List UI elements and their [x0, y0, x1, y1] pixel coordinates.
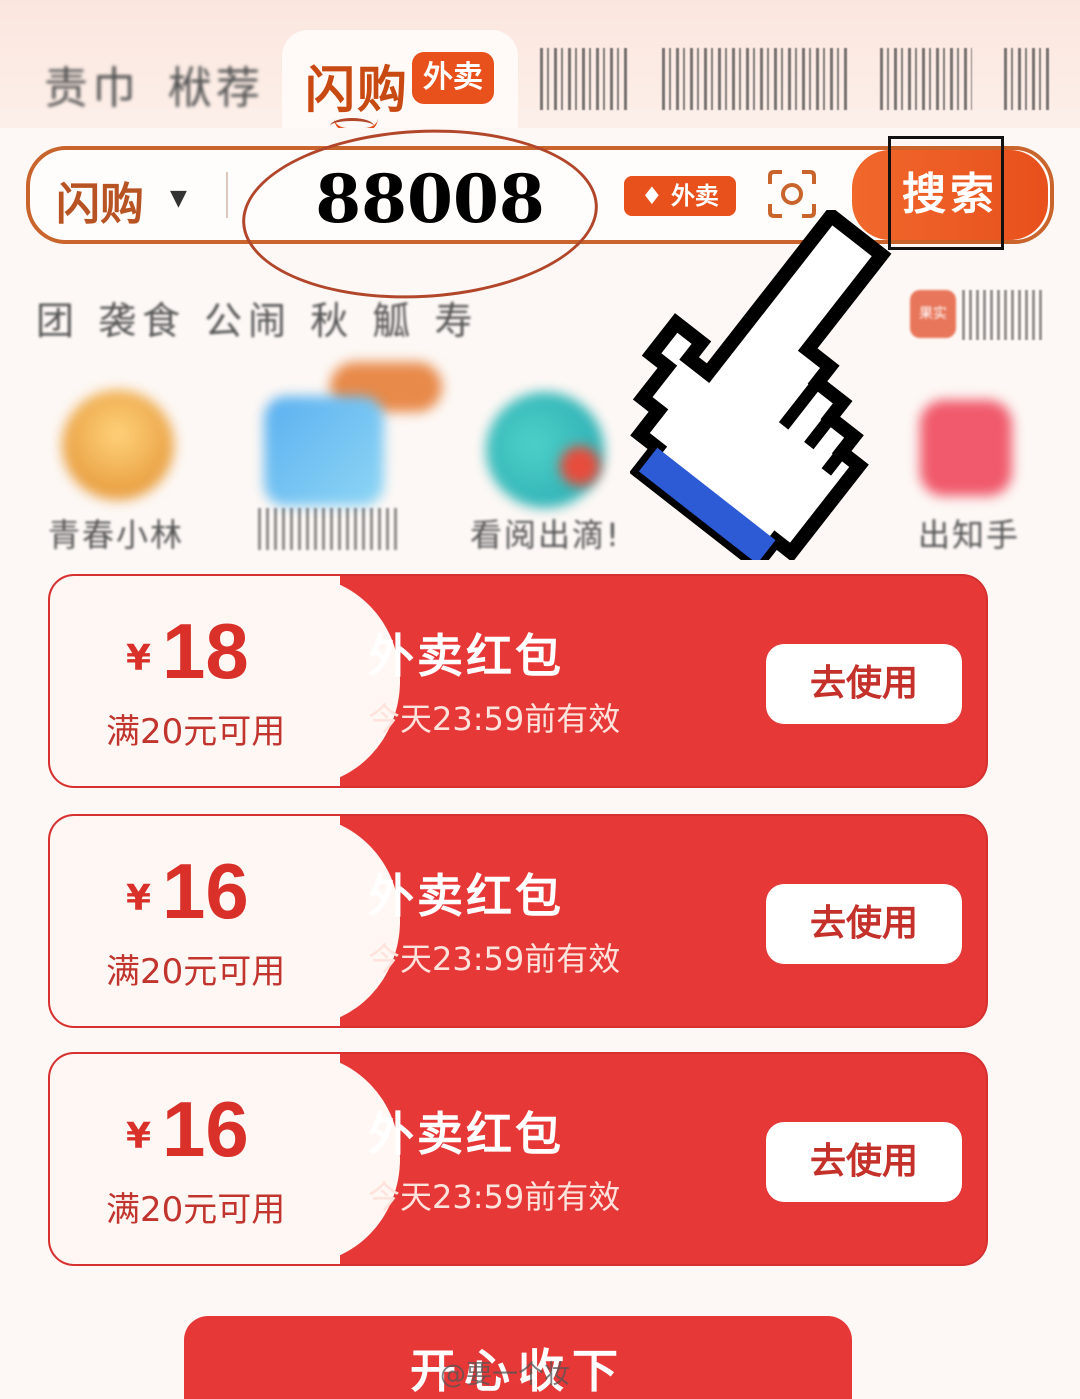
coupon-title: 外卖红包 — [368, 869, 564, 923]
coupon-title: 外卖红包 — [368, 1107, 564, 1161]
coupon-amount: 16 — [162, 847, 249, 935]
coupon-card-2[interactable]: ¥ 16 满20元可用 外卖红包 今天23:59前有效 去使用 — [48, 814, 988, 1028]
category-row[interactable]: 团 袭食 公闹 秋 觚 寿 — [36, 290, 478, 345]
coupon-expiry: 今天23:59前有效 — [368, 700, 621, 738]
grid-icon-2[interactable] — [264, 396, 384, 506]
coupon-expiry: 今天23:59前有效 — [368, 1178, 621, 1216]
coupon-amount: 18 — [162, 607, 249, 695]
tab-item-redacted-3[interactable] — [880, 48, 972, 110]
annotation-circle-tail — [330, 118, 374, 134]
coupon-amount: 16 — [162, 1085, 249, 1173]
coupon-condition: 满20元可用 — [106, 712, 286, 752]
tab-item-2[interactable]: 栿荐 — [168, 52, 264, 114]
grid-label-redacted — [258, 508, 398, 550]
coupon-card-3[interactable]: ¥ 16 满20元可用 外卖红包 今天23:59前有效 去使用 — [48, 1052, 988, 1266]
grid-label-4: 出知手 — [918, 516, 1021, 554]
grid-label-1: 青春小林 — [48, 516, 185, 554]
watermark: @要一个妆 — [440, 1360, 571, 1390]
coupon-expiry: 今天23:59前有效 — [368, 940, 621, 978]
search-divider — [226, 172, 228, 218]
coupon-condition: 满20元可用 — [106, 952, 286, 992]
coupon-condition: 满20元可用 — [106, 1190, 286, 1230]
coupon-title: 外卖红包 — [368, 629, 564, 683]
currency-symbol: ¥ — [126, 878, 152, 919]
flame-icon: ♦ — [641, 182, 663, 210]
grid-label-3: 看阅出滴! — [470, 516, 621, 554]
grid-icon-3-dot — [560, 446, 600, 486]
currency-symbol: ¥ — [126, 1116, 152, 1157]
tab-item-redacted-2[interactable] — [662, 48, 848, 110]
tab-item-redacted-1[interactable] — [540, 48, 628, 110]
use-coupon-button[interactable]: 去使用 — [766, 884, 962, 964]
search-tag-label: 外卖 — [670, 182, 719, 210]
coupon-card-1[interactable]: ¥ 18 满20元可用 外卖红包 今天23:59前有效 去使用 — [48, 574, 988, 788]
grid-icon-4[interactable] — [920, 400, 1012, 496]
hand-pointer-icon — [630, 210, 892, 560]
category-item-redacted[interactable] — [962, 290, 1042, 340]
search-scope-selector[interactable]: 闪购 — [56, 168, 144, 232]
chevron-down-icon[interactable]: ▼ — [170, 186, 187, 211]
grid-icon-1[interactable] — [62, 390, 174, 500]
use-coupon-button[interactable]: 去使用 — [766, 1122, 962, 1202]
tab-shangou[interactable]: 闪购 — [305, 50, 409, 122]
tab-item-1[interactable]: 责巾 — [44, 52, 140, 114]
currency-symbol: ¥ — [126, 638, 152, 679]
use-coupon-button[interactable]: 去使用 — [766, 644, 962, 724]
tab-waimai-badge: 外卖 — [412, 52, 494, 104]
tab-item-redacted-4[interactable] — [1004, 48, 1050, 110]
